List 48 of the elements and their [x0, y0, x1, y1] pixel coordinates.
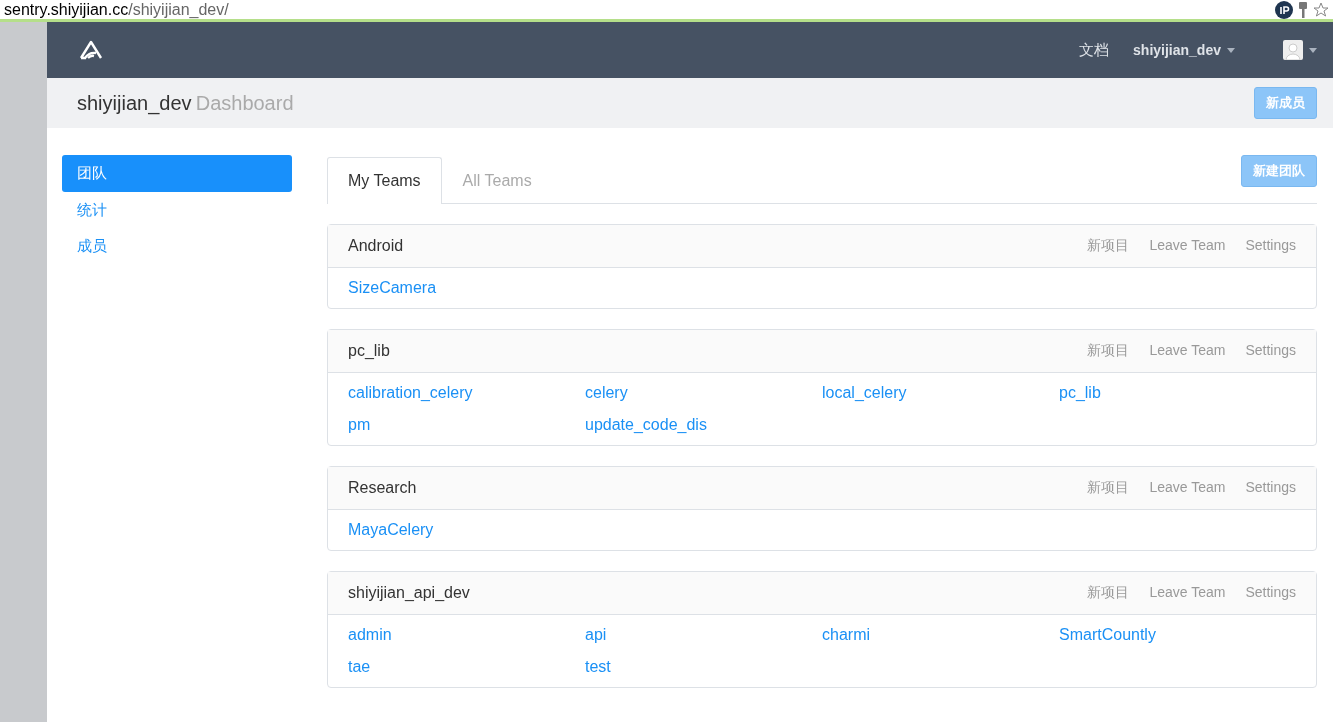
- logo-icon[interactable]: [79, 40, 103, 60]
- leave-team-link[interactable]: Leave Team: [1149, 479, 1226, 496]
- sidebar-item[interactable]: 团队: [62, 155, 292, 192]
- leave-team-link[interactable]: Leave Team: [1149, 584, 1226, 601]
- tab[interactable]: My Teams: [327, 156, 442, 204]
- project-link[interactable]: local_celery: [822, 380, 907, 405]
- project-link[interactable]: pm: [348, 412, 371, 437]
- new-project-link[interactable]: 新项目: [1087, 342, 1130, 359]
- avatar-dropdown[interactable]: [1283, 40, 1317, 60]
- docs-link[interactable]: 文档: [1079, 38, 1110, 62]
- url-text[interactable]: sentry.shiyijian.cc/shiyijian_dev/: [4, 0, 229, 22]
- project-link[interactable]: celery: [585, 380, 628, 405]
- project-link[interactable]: pc_lib: [1059, 380, 1101, 405]
- project-link[interactable]: MayaCelery: [348, 517, 434, 542]
- sidebar-item[interactable]: 统计: [62, 191, 292, 228]
- settings-link[interactable]: Settings: [1245, 584, 1296, 601]
- project-link[interactable]: SizeCamera: [348, 275, 437, 300]
- leave-team-link[interactable]: Leave Team: [1149, 237, 1226, 254]
- star-icon[interactable]: [1313, 0, 1329, 19]
- settings-link[interactable]: Settings: [1245, 237, 1296, 254]
- project-link[interactable]: test: [585, 654, 611, 679]
- team-name: shiyijian_api_dev: [348, 582, 470, 603]
- project-link[interactable]: admin: [348, 622, 392, 647]
- page-title: shiyijian_dev: [77, 92, 192, 114]
- project-link[interactable]: calibration_celery: [348, 380, 473, 405]
- new-project-link[interactable]: 新项目: [1087, 237, 1130, 254]
- project-link[interactable]: tae: [348, 654, 371, 679]
- settings-link[interactable]: Settings: [1245, 479, 1296, 496]
- team-name: Research: [348, 477, 417, 498]
- tab[interactable]: All Teams: [441, 156, 553, 204]
- sidebar-item[interactable]: 成员: [62, 228, 292, 265]
- ip-icon[interactable]: [1275, 0, 1293, 19]
- page-subtitle: Dashboard: [195, 92, 294, 114]
- new-project-link[interactable]: 新项目: [1087, 584, 1130, 601]
- key-icon[interactable]: [1297, 0, 1309, 19]
- project-link[interactable]: update_code_dis: [585, 412, 707, 437]
- team-name: pc_lib: [348, 340, 390, 361]
- project-link[interactable]: api: [585, 622, 607, 647]
- avatar-icon: [1283, 40, 1303, 60]
- org-dropdown[interactable]: shiyijian_dev: [1133, 39, 1235, 61]
- team-name: Android: [348, 235, 404, 256]
- new-member-button[interactable]: 新成员: [1254, 87, 1317, 119]
- project-link[interactable]: SmartCountly: [1059, 622, 1156, 647]
- new-project-link[interactable]: 新项目: [1087, 479, 1130, 496]
- settings-link[interactable]: Settings: [1245, 342, 1296, 359]
- leave-team-link[interactable]: Leave Team: [1149, 342, 1226, 359]
- new-team-button[interactable]: 新建团队: [1241, 155, 1317, 187]
- project-link[interactable]: charmi: [822, 622, 870, 647]
